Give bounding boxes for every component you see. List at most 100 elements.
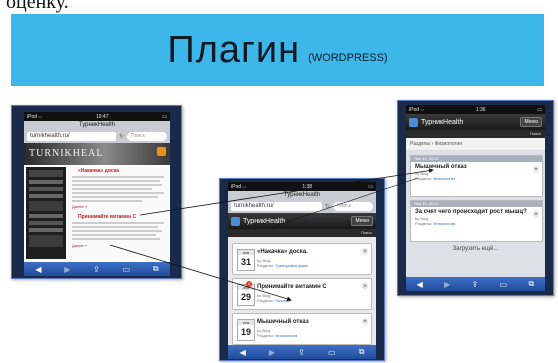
card-title[interactable]: Мышечный отказ — [257, 319, 359, 326]
app-name: ТурникHealth — [243, 217, 286, 225]
post2-more[interactable]: Далее » — [72, 243, 87, 248]
url-field[interactable]: turnikhealth.ru/ — [231, 201, 322, 211]
card-meta: by Blog Разделы: Тренировки дома — [257, 258, 308, 268]
battery-icon: ▭ — [537, 106, 542, 113]
tabs-icon[interactable]: ⧉ — [359, 347, 365, 357]
share-icon[interactable]: ⇪ — [93, 265, 100, 274]
card-category-prefix: Разделы: — [257, 333, 275, 338]
content-area: «Накачка» доска Далее » Принимайте витам… — [68, 167, 168, 259]
chevron-down-icon[interactable]: ▾ — [362, 318, 368, 324]
title-banner: Плагин (WORDPRESS) — [11, 14, 544, 86]
post1-title[interactable]: «Накачка» доска — [78, 168, 119, 174]
app-name: ТурникHealth — [421, 118, 464, 126]
status-bar: iPod ⌵ 1:38 ▭ — [228, 182, 376, 191]
search-link[interactable]: Поиск — [228, 229, 376, 237]
load-more-button[interactable]: Загрузить ещё... — [406, 246, 545, 252]
site-logo: TURNIKHEAL — [29, 148, 104, 159]
url-field[interactable]: turnikhealth.ru/ — [27, 131, 116, 141]
post2-title[interactable]: Принимайте витамин С — [78, 214, 136, 220]
tabs-icon[interactable]: ⧉ — [529, 279, 535, 289]
card-meta: by Blog Разделы: Питание — [257, 293, 291, 303]
post-card[interactable]: янв 31 «Накачка» доска. by Blog Разделы:… — [232, 243, 372, 275]
post-block[interactable]: Янв 11, 2013 За счет чего происходит рос… — [410, 200, 543, 242]
post-block[interactable]: Янв 19, 2013 Мышечный отказ by Blog Разд… — [410, 155, 543, 197]
post-card[interactable]: янв 29 1 Принимайте витамин С by Blog Ра… — [232, 278, 372, 310]
status-carrier: iPod ⌵ — [409, 106, 425, 113]
phone-middle: iPod ⌵ 1:38 ▭ ТурникHealth turnikhealth.… — [219, 178, 385, 361]
post-title[interactable]: За счет чего происходит рост мышц? — [411, 207, 542, 215]
app-header: ТурникHealth Меню — [406, 114, 545, 130]
back-icon[interactable]: ◀ — [35, 265, 41, 274]
card-meta: by Blog Разделы: Физиология — [257, 328, 297, 338]
share-icon[interactable]: ⇪ — [472, 280, 479, 289]
status-bar: iPod ⌵ 1:36 ▭ — [406, 105, 545, 114]
post-meta: by Blog Разделы: Физиология — [411, 215, 542, 227]
post-title[interactable]: Мышечный отказ — [411, 162, 542, 170]
post-category-prefix: Разделы: — [415, 176, 433, 181]
chevron-down-icon[interactable]: ▾ — [362, 248, 368, 254]
status-time: 1:36 — [475, 106, 486, 113]
date-day: 29 — [240, 292, 251, 302]
reload-icon[interactable]: ↻ — [325, 203, 330, 210]
date-box: янв 29 — [237, 284, 255, 306]
app-logo-icon — [231, 216, 240, 226]
post-category[interactable]: Физиология — [433, 221, 455, 226]
status-time: 19:47 — [95, 113, 109, 120]
card-title[interactable]: «Накачка» доска. — [257, 249, 359, 256]
card-category[interactable]: Питание — [275, 298, 291, 303]
search-field[interactable]: Поиск — [333, 201, 373, 211]
site-title: ТурникHealth — [228, 191, 376, 199]
bookmarks-icon[interactable]: ▭ — [123, 265, 131, 274]
date-box: янв 19 — [237, 319, 255, 341]
app-header: ТурникHealth Меню — [228, 213, 376, 229]
post1-more[interactable]: Далее » — [72, 204, 87, 209]
back-icon[interactable]: ◀ — [417, 280, 423, 289]
rss-icon — [157, 147, 166, 156]
menu-button[interactable]: Меню — [520, 117, 542, 127]
search-field[interactable]: Поиск — [127, 131, 167, 141]
card-title[interactable]: Принимайте витамин С — [257, 284, 359, 291]
status-carrier: iPod ⌵ — [27, 113, 43, 120]
date-box: янв 31 — [237, 249, 255, 271]
status-time: 1:38 — [302, 183, 313, 190]
section-heading: Разделы › Физиология — [406, 138, 545, 151]
card-category-prefix: Разделы: — [257, 263, 275, 268]
forward-icon[interactable]: ▶ — [444, 280, 450, 289]
date-day: 31 — [240, 257, 251, 267]
top-text: оценку. — [6, 0, 69, 13]
menu-button[interactable]: Меню — [351, 216, 373, 226]
battery-icon: ▭ — [162, 113, 167, 120]
banner-subtitle: (WORDPRESS) — [308, 52, 388, 64]
forward-icon[interactable]: ▶ — [269, 348, 275, 357]
forward-icon[interactable]: ▶ — [64, 265, 70, 274]
status-carrier: iPod ⌵ — [231, 183, 247, 190]
chevron-down-icon[interactable]: ▾ — [533, 166, 539, 172]
comment-badge: 1 — [246, 281, 252, 287]
post-category[interactable]: Физиология — [433, 176, 455, 181]
chevron-down-icon[interactable]: ▾ — [362, 283, 368, 289]
screen-middle: iPod ⌵ 1:38 ▭ ТурникHealth turnikhealth.… — [228, 182, 376, 359]
status-bar: iPod ⌵ 19:47 ▭ — [24, 112, 170, 121]
address-bar: turnikhealth.ru/ ↻ Поиск — [24, 129, 170, 143]
back-icon[interactable]: ◀ — [240, 348, 246, 357]
phone-right: iPod ⌵ 1:36 ▭ ТурникHealth Меню Поиск Ра… — [397, 100, 554, 296]
screen-left: iPod ⌵ 19:47 ▭ ТурникHealth turnikhealth… — [24, 112, 170, 276]
card-category-prefix: Разделы: — [257, 298, 275, 303]
share-icon[interactable]: ⇪ — [298, 348, 305, 357]
reload-icon[interactable]: ↻ — [119, 133, 124, 140]
bookmarks-icon[interactable]: ▭ — [328, 348, 336, 357]
sidebar — [26, 167, 66, 259]
post-category-prefix: Разделы: — [415, 221, 433, 226]
card-category[interactable]: Физиология — [275, 333, 297, 338]
app-logo-icon — [409, 117, 418, 127]
post-card[interactable]: янв 19 Мышечный отказ by Blog Разделы: Ф… — [232, 313, 372, 345]
site-header: TURNIKHEAL — [24, 143, 170, 165]
chevron-down-icon[interactable]: ▾ — [533, 211, 539, 217]
date-day: 19 — [240, 327, 251, 337]
phone-left: iPod ⌵ 19:47 ▭ ТурникHealth turnikhealth… — [11, 105, 182, 279]
search-link[interactable]: Поиск — [406, 130, 545, 138]
card-category[interactable]: Тренировки дома — [275, 263, 307, 268]
tabs-icon[interactable]: ⧉ — [153, 264, 159, 274]
bookmarks-icon[interactable]: ▭ — [500, 280, 508, 289]
browser-toolbar: ◀ ▶ ⇪ ▭ ⧉ — [228, 345, 376, 359]
